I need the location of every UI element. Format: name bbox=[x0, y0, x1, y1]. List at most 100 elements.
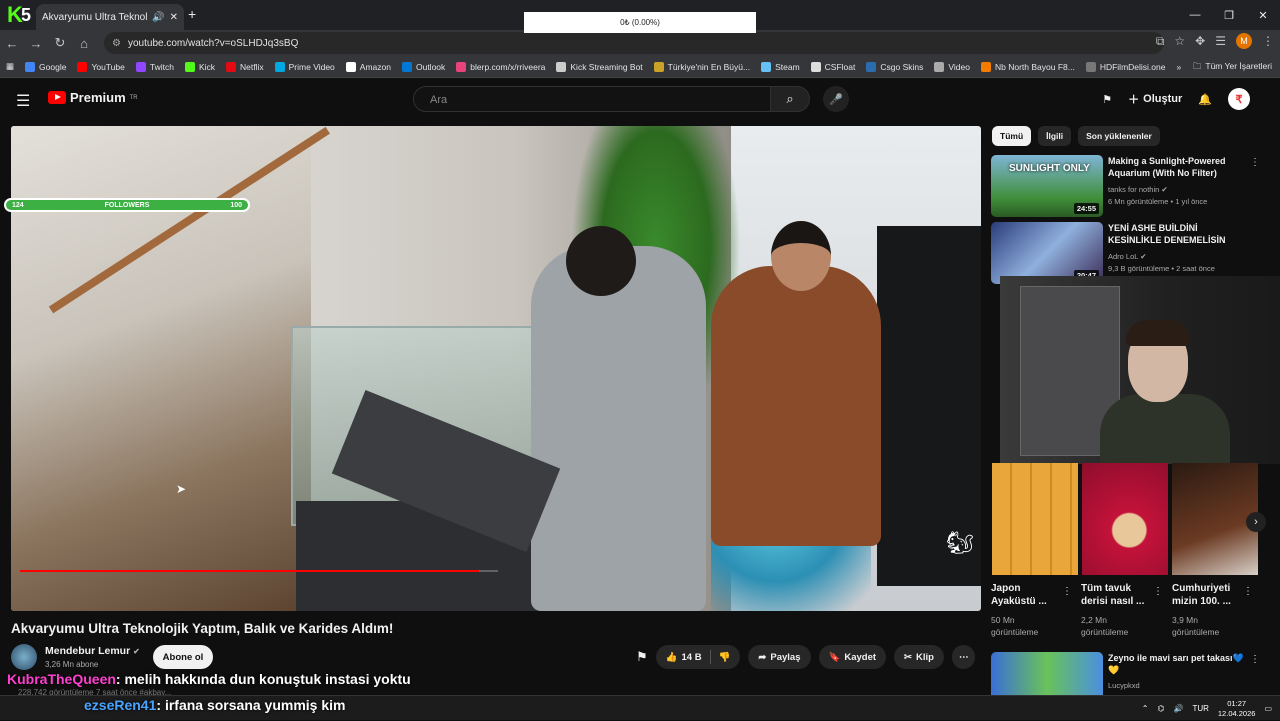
tab-close-icon[interactable]: ✕ bbox=[170, 12, 178, 23]
reading-list-icon[interactable]: ☰ bbox=[1215, 34, 1226, 48]
create-button[interactable]: ＋ Oluştur bbox=[1128, 91, 1182, 107]
more-options-icon[interactable]: ⋮ bbox=[1153, 586, 1163, 597]
bookmark-item[interactable]: Csgo Skins bbox=[866, 61, 923, 72]
chat-text-2: : irfana sorsana yummiş kim bbox=[156, 697, 346, 713]
like-count: 14 B bbox=[681, 651, 702, 663]
bookmark-item[interactable]: Kick Streaming Bot bbox=[556, 61, 643, 72]
youtube-header: ☰ Premium TR Ara ⌕ 🎤 ⚑ ＋ Oluştur 🔔 ₹ bbox=[0, 78, 1280, 120]
taskbar-clock[interactable]: 01:27 12.04.2026 bbox=[1218, 699, 1256, 719]
more-actions-button[interactable]: ⋯ bbox=[951, 645, 976, 669]
account-avatar[interactable]: ₹ bbox=[1228, 88, 1250, 110]
bookmark-item[interactable]: Kick bbox=[184, 61, 215, 72]
bookmark-item[interactable]: Outlook bbox=[401, 61, 446, 72]
url-field[interactable]: ⚙ youtube.com/watch?v=oSLHDJq3sBQ bbox=[104, 32, 1164, 54]
chevron-right-icon[interactable]: › bbox=[1246, 512, 1266, 532]
browser-menu-icon[interactable]: ⋮ bbox=[1262, 34, 1274, 48]
more-options-icon[interactable]: ⋮ bbox=[1250, 654, 1260, 665]
all-bookmarks[interactable]: 🗀 Tüm Yer İşaretleri bbox=[1193, 61, 1272, 75]
bookmark-favicon-icon bbox=[866, 61, 877, 72]
recommendation-thumbnail[interactable]: 20:47 bbox=[991, 222, 1103, 284]
more-options-icon[interactable]: ⋮ bbox=[1250, 157, 1260, 168]
bookmark-item[interactable]: Netflix bbox=[226, 61, 264, 72]
extensions-icon[interactable]: ✥ bbox=[1195, 34, 1205, 48]
bookmark-item[interactable]: Video bbox=[934, 61, 970, 72]
channel-avatar[interactable] bbox=[11, 644, 37, 670]
page-scrollbar[interactable] bbox=[1270, 86, 1278, 695]
filter-chip[interactable]: Son yüklenenler bbox=[1078, 126, 1160, 146]
volume-icon[interactable]: 🔊 bbox=[1173, 704, 1183, 713]
like-button[interactable]: 👍 14 B 👎 bbox=[655, 645, 741, 669]
bookmark-item[interactable]: blerp.com/x/rriveera bbox=[456, 61, 545, 72]
bookmark-item[interactable]: Twitch bbox=[135, 61, 174, 72]
bookmark-item[interactable]: Nb North Bayou F8... bbox=[980, 61, 1075, 72]
home-icon[interactable]: ⌂ bbox=[72, 36, 96, 51]
site-info-icon[interactable]: ⚙ bbox=[112, 38, 121, 49]
subscribe-button[interactable]: Abone ol bbox=[153, 645, 213, 669]
bookmark-item[interactable]: HDFilmDelisi.one bbox=[1085, 61, 1166, 72]
bookmark-item[interactable]: Prime Video bbox=[274, 61, 335, 72]
reload-icon[interactable]: ↻ bbox=[48, 35, 72, 51]
browser-tab-active[interactable]: Akvaryumu Ultra Teknolojik 🔊 ✕ bbox=[36, 4, 184, 30]
cast-icon[interactable]: ⧉ bbox=[1156, 34, 1165, 49]
cast-video-icon[interactable]: ⚑ bbox=[1102, 93, 1112, 106]
short-thumbnail[interactable] bbox=[992, 463, 1078, 575]
more-options-icon[interactable]: ⋮ bbox=[1062, 586, 1072, 597]
short-title[interactable]: Cumhuriyeti mizin 100. ... bbox=[1172, 582, 1242, 608]
bookmark-label: HDFilmDelisi.one bbox=[1099, 61, 1166, 72]
recommendation-item[interactable]: Zeyno ile mavi sarı pet takası💙💛 Lucypkx… bbox=[991, 652, 1276, 696]
forward-icon[interactable]: → bbox=[24, 36, 48, 51]
recommendation-title[interactable]: Zeyno ile mavi sarı pet takası💙💛 bbox=[1108, 652, 1248, 676]
recommendation-title[interactable]: YENİ ASHE BUİLDİNİ KESİNLİKLE DENEMELİSİ… bbox=[1108, 222, 1248, 246]
bookmark-item[interactable]: YouTube bbox=[77, 61, 125, 72]
recommendation-title[interactable]: Making a Sunlight-Powered Aquarium (With… bbox=[1108, 155, 1248, 179]
bookmark-item[interactable]: Amazon bbox=[345, 61, 391, 72]
bookmark-item[interactable]: CSFloat bbox=[810, 61, 855, 72]
recommendation-thumbnail[interactable] bbox=[991, 652, 1103, 696]
notification-icon[interactable]: ▭ bbox=[1264, 704, 1272, 713]
close-window-icon[interactable]: ✕ bbox=[1246, 0, 1280, 30]
notifications-bell-icon[interactable]: 🔔 bbox=[1198, 93, 1212, 106]
hype-icon[interactable]: ⚑ bbox=[636, 649, 648, 665]
save-button[interactable]: 🔖 Kaydet bbox=[818, 645, 887, 669]
bookmark-label: Outlook bbox=[415, 61, 446, 72]
search-icon[interactable]: ⌕ bbox=[770, 86, 810, 112]
logo-text: Premium bbox=[70, 90, 126, 105]
short-title[interactable]: Japon Ayaküstü ... bbox=[991, 582, 1061, 608]
network-icon[interactable]: ⌬ bbox=[1157, 704, 1164, 713]
restore-icon[interactable]: ❐ bbox=[1212, 0, 1246, 30]
bookmark-item[interactable]: Türkiye'nin En Büyü... bbox=[653, 61, 750, 72]
new-tab-icon[interactable]: + bbox=[188, 6, 196, 22]
recommendation-thumbnail[interactable]: SUNLIGHT ONLY 24:55 bbox=[991, 155, 1103, 217]
video-progress-bar[interactable] bbox=[20, 570, 498, 572]
tray-chevron-icon[interactable]: ⌃ bbox=[1142, 704, 1149, 713]
share-button[interactable]: ➦ Paylaş bbox=[748, 645, 811, 669]
language-indicator[interactable]: TUR bbox=[1192, 704, 1208, 713]
filter-chip[interactable]: İlgili bbox=[1038, 126, 1072, 146]
hamburger-menu-icon[interactable]: ☰ bbox=[16, 91, 30, 111]
bookmark-star-icon[interactable]: ☆ bbox=[1174, 34, 1185, 48]
recommendation-item[interactable]: SUNLIGHT ONLY 24:55 Making a Sunlight-Po… bbox=[991, 155, 1276, 219]
microphone-icon[interactable]: 🎤 bbox=[823, 86, 849, 112]
apps-icon[interactable]: ▦ bbox=[6, 61, 14, 72]
recommendation-meta: 9,3 B görüntüleme • 2 saat önce bbox=[1108, 264, 1215, 273]
thumbs-down-icon[interactable]: 👎 bbox=[719, 652, 731, 663]
bookmark-favicon-icon bbox=[653, 61, 664, 72]
channel-name[interactable]: Mendebur Lemur ✔ bbox=[45, 645, 140, 657]
short-title[interactable]: Tüm tavuk derisi nasıl ... bbox=[1081, 582, 1151, 608]
back-icon[interactable]: ← bbox=[0, 36, 24, 51]
search-input[interactable]: Ara bbox=[413, 86, 771, 112]
minimize-icon[interactable]: — bbox=[1178, 0, 1212, 30]
youtube-premium-logo[interactable]: Premium TR bbox=[48, 90, 138, 105]
filter-chip[interactable]: Tümü bbox=[992, 126, 1032, 146]
bookmarks-overflow-icon[interactable]: » bbox=[1176, 62, 1181, 72]
profile-avatar[interactable]: M bbox=[1236, 33, 1252, 49]
tab-audio-icon[interactable]: 🔊 bbox=[152, 12, 164, 23]
logo-region: TR bbox=[129, 94, 138, 101]
more-options-icon[interactable]: ⋮ bbox=[1243, 586, 1253, 597]
clip-button[interactable]: ✂ Klip bbox=[894, 645, 944, 669]
short-thumbnail[interactable] bbox=[1082, 463, 1168, 575]
short-thumbnail[interactable] bbox=[1172, 463, 1258, 575]
bookmark-item[interactable]: Google bbox=[25, 61, 66, 72]
short-views: 3,9 Mn görüntüleme bbox=[1172, 615, 1220, 637]
bookmark-item[interactable]: Steam bbox=[761, 61, 800, 72]
